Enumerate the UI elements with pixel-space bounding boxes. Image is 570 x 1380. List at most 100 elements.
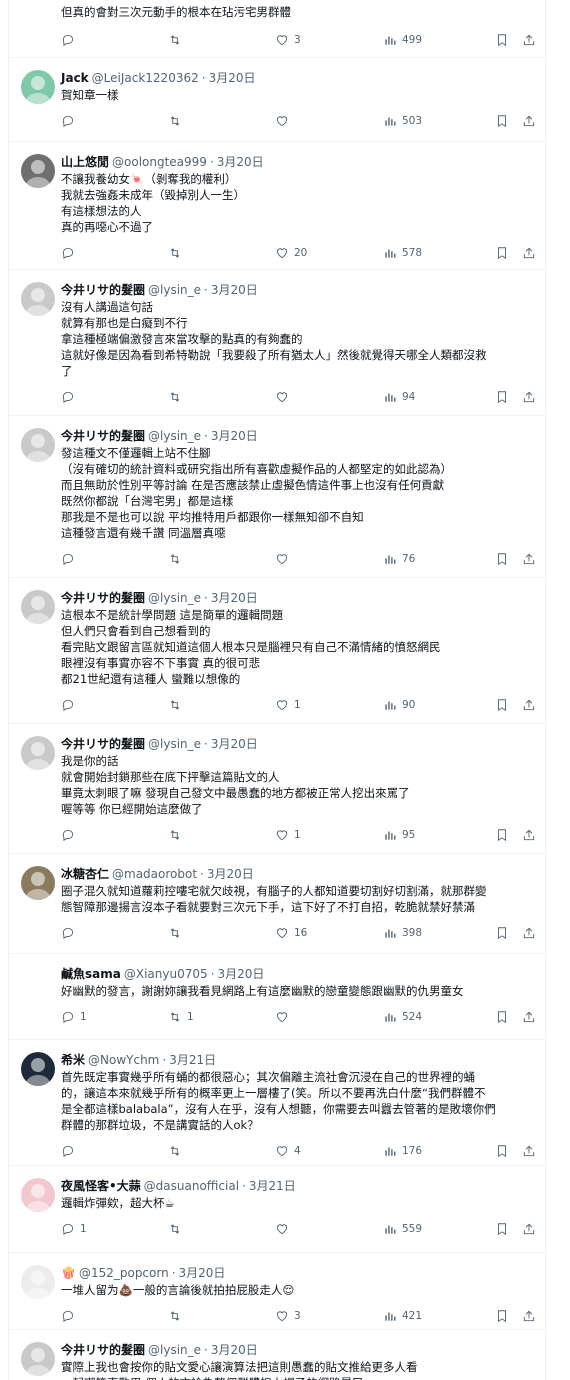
views-button[interactable]: 95	[383, 825, 415, 845]
handle[interactable]: @NowYchm	[88, 1053, 159, 1067]
share-button[interactable]	[522, 111, 536, 131]
like-button[interactable]: 16	[275, 923, 307, 943]
views-button[interactable]: 524	[383, 1007, 422, 1027]
bookmark-button[interactable]	[495, 695, 509, 715]
avatar[interactable]	[21, 1178, 55, 1212]
bookmark-button[interactable]	[495, 30, 509, 50]
bookmark-button[interactable]	[495, 1007, 509, 1027]
handle[interactable]: @lysin_e	[148, 737, 201, 751]
reply-button[interactable]	[61, 111, 80, 131]
bookmark-button[interactable]	[495, 1306, 509, 1326]
like-button[interactable]	[275, 549, 294, 569]
like-button[interactable]: 1	[275, 695, 301, 715]
display-name[interactable]: 今井リサ的髮圈	[61, 591, 145, 605]
reply-button[interactable]	[61, 825, 80, 845]
handle[interactable]: @Xianyu0705	[124, 967, 208, 981]
reply-button[interactable]	[61, 695, 80, 715]
retweet-button[interactable]	[168, 30, 182, 50]
timestamp[interactable]: 3月20日	[211, 429, 258, 443]
display-name[interactable]: 冰糖杏仁	[61, 867, 109, 881]
timestamp[interactable]: 3月20日	[211, 737, 258, 751]
like-button[interactable]: 4	[275, 1141, 301, 1161]
handle[interactable]: @madaorobot	[112, 867, 197, 881]
views-button[interactable]: 578	[383, 243, 422, 263]
bookmark-button[interactable]	[495, 111, 509, 131]
timestamp[interactable]: 3月21日	[169, 1053, 216, 1067]
tweet[interactable]: Jack @LeiJack1220362 · 3月20日 賀知章一樣 503	[9, 58, 545, 142]
avatar[interactable]	[21, 428, 55, 462]
like-button[interactable]	[275, 387, 294, 407]
retweet-button[interactable]	[168, 549, 187, 569]
avatar[interactable]	[21, 154, 55, 188]
share-button[interactable]	[522, 923, 536, 943]
display-name[interactable]: 今井リサ的髮圈	[61, 429, 145, 443]
share-button[interactable]	[522, 1306, 536, 1326]
retweet-button[interactable]	[168, 1306, 187, 1326]
timestamp[interactable]: 3月20日	[217, 967, 264, 981]
handle[interactable]: @dasuanofficial	[144, 1179, 239, 1193]
handle[interactable]: @lysin_e	[148, 591, 201, 605]
display-name[interactable]: 今井リサ的髮圈	[61, 283, 145, 297]
avatar[interactable]	[21, 1052, 55, 1086]
tweet-partial[interactable]: 但真的會對三次元動手的根本在玷污宅男群體 3 499	[9, 0, 545, 58]
reply-button[interactable]	[61, 923, 80, 943]
tweet[interactable]: 今井リサ的髮圈 @lysin_e · 3月20日 發這種文不僅邏輯上站不住腳 （沒有確切的…	[9, 416, 545, 578]
display-name[interactable]: 🍿	[61, 1266, 76, 1280]
retweet-button[interactable]	[168, 387, 187, 407]
avatar[interactable]	[21, 70, 55, 104]
tweet[interactable]: 今井リサ的髮圈 @lysin_e · 3月20日 沒有人講過這句話 就算有那也是白癡到不行…	[9, 270, 545, 416]
tweet[interactable]: 鹹魚sama @Xianyu0705 · 3月20日 好幽默的發言，謝謝妳讓我看見網路上…	[9, 954, 545, 1040]
share-button[interactable]	[522, 1007, 536, 1027]
display-name[interactable]: Jack	[61, 71, 89, 85]
handle[interactable]: @lysin_e	[148, 1343, 201, 1357]
like-button[interactable]: 20	[275, 243, 307, 263]
reply-button[interactable]	[61, 243, 80, 263]
avatar[interactable]	[21, 866, 55, 900]
share-button[interactable]	[522, 243, 536, 263]
timestamp[interactable]: 3月20日	[211, 1343, 258, 1357]
tweet[interactable]: 今井リサ的髮圈 @lysin_e · 3月20日 實際上我也會按你的貼文愛心讓演算法把這…	[9, 1330, 545, 1380]
views-button[interactable]: 76	[383, 549, 415, 569]
display-name[interactable]: 山上悠閒	[61, 155, 109, 169]
views-button[interactable]: 90	[383, 695, 415, 715]
like-button[interactable]: 3	[275, 1306, 301, 1326]
share-button[interactable]	[522, 695, 536, 715]
timestamp[interactable]: 3月20日	[207, 867, 254, 881]
bookmark-button[interactable]	[495, 923, 509, 943]
timestamp[interactable]: 3月21日	[249, 1179, 296, 1193]
reply-button[interactable]: 1	[61, 1007, 87, 1027]
views-button[interactable]: 94	[383, 387, 415, 407]
timestamp[interactable]: 3月20日	[211, 591, 258, 605]
share-button[interactable]	[522, 387, 536, 407]
views-button[interactable]: 176	[383, 1141, 422, 1161]
reply-button[interactable]	[61, 30, 75, 50]
timestamp[interactable]: 3月20日	[217, 155, 264, 169]
tweet[interactable]: 🍿 @152_popcorn · 3月20日 一堆人留为💩一般的言論後就拍拍屁股走人😌 3…	[9, 1253, 545, 1330]
retweet-button[interactable]: 1	[168, 1007, 194, 1027]
timestamp[interactable]: 3月20日	[209, 71, 256, 85]
reply-button[interactable]	[61, 1306, 80, 1326]
handle[interactable]: @152_popcorn	[79, 1266, 169, 1280]
share-button[interactable]	[522, 1141, 536, 1161]
handle[interactable]: @lysin_e	[148, 283, 201, 297]
tweet[interactable]: 夜風怪客•大蒜 @dasuanofficial · 3月21日 邏輯炸彈欸，超大杯☕ 1 5…	[9, 1166, 545, 1253]
share-button[interactable]	[522, 549, 536, 569]
avatar[interactable]	[21, 590, 55, 624]
avatar[interactable]	[21, 1342, 55, 1376]
tweet[interactable]: 今井リサ的髮圈 @lysin_e · 3月20日 我是你的話 就會開始封鎖那些在底下抨擊這…	[9, 724, 545, 854]
bookmark-button[interactable]	[495, 1141, 509, 1161]
avatar[interactable]	[21, 1265, 55, 1299]
views-button[interactable]: 503	[383, 111, 422, 131]
retweet-button[interactable]	[168, 243, 187, 263]
display-name[interactable]: 希米	[61, 1053, 85, 1067]
tweet[interactable]: 山上悠閒 @oolongtea999 · 3月20日 不讓我養幼女🍬（剝奪我的權利） 我就…	[9, 142, 545, 270]
timestamp[interactable]: 3月20日	[179, 1266, 226, 1280]
reply-button[interactable]	[61, 387, 80, 407]
views-button[interactable]: 398	[383, 923, 422, 943]
reply-button[interactable]	[61, 549, 80, 569]
share-button[interactable]	[522, 30, 536, 50]
tweet[interactable]: 冰糖杏仁 @madaorobot · 3月20日 圈子混久就知道蘿莉控嘍宅就欠歧視，有腦…	[9, 854, 545, 954]
like-button[interactable]	[275, 1007, 294, 1027]
avatar[interactable]	[21, 282, 55, 316]
reply-button[interactable]: 1	[61, 1219, 87, 1239]
